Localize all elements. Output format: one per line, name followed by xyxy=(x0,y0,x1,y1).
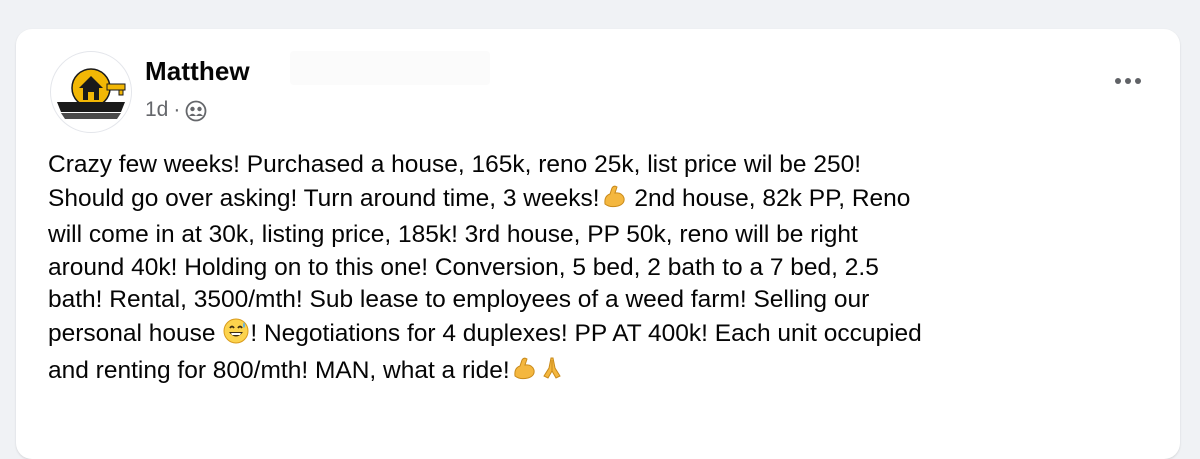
flexed-biceps-icon xyxy=(600,182,628,220)
flexed-biceps-icon xyxy=(510,354,538,392)
grinning-sweat-icon xyxy=(222,317,250,355)
post-card: Matthew 1d · Crazy few weeks! Purchased … xyxy=(16,29,1180,459)
more-options-button[interactable] xyxy=(1106,67,1150,95)
post-line: Crazy few weeks! Purchased a house, 165k… xyxy=(48,151,861,178)
backroad-properties-logo-icon xyxy=(57,68,126,119)
meta-separator: · xyxy=(173,98,181,121)
more-options-icon xyxy=(1115,78,1121,84)
post-header: Matthew 1d · xyxy=(50,51,1150,133)
folded-hands-icon xyxy=(538,354,566,392)
post-line: around 40k! Holding on to this one! Conv… xyxy=(48,253,879,281)
friends-icon[interactable] xyxy=(185,100,207,122)
post-timestamp[interactable]: 1d xyxy=(145,98,168,122)
author-name[interactable]: Matthew xyxy=(145,56,250,87)
post-line: will come in at 30k, listing price, 185k… xyxy=(48,221,858,248)
post-meta: 1d · xyxy=(145,98,207,122)
post-body: Crazy few weeks! Purchased a house, 165k… xyxy=(48,149,1158,392)
post-line: Should go over asking! Turn around time,… xyxy=(48,182,1158,220)
post-line: and renting for 800/mth! MAN, what a rid… xyxy=(48,354,1158,392)
avatar[interactable] xyxy=(50,51,132,133)
redacted-name-area xyxy=(290,51,490,85)
post-line: personal house ! Negotiations for 4 dupl… xyxy=(48,317,1158,355)
post-line: bath! Rental, 3500/mth! Sub lease to emp… xyxy=(48,286,870,313)
